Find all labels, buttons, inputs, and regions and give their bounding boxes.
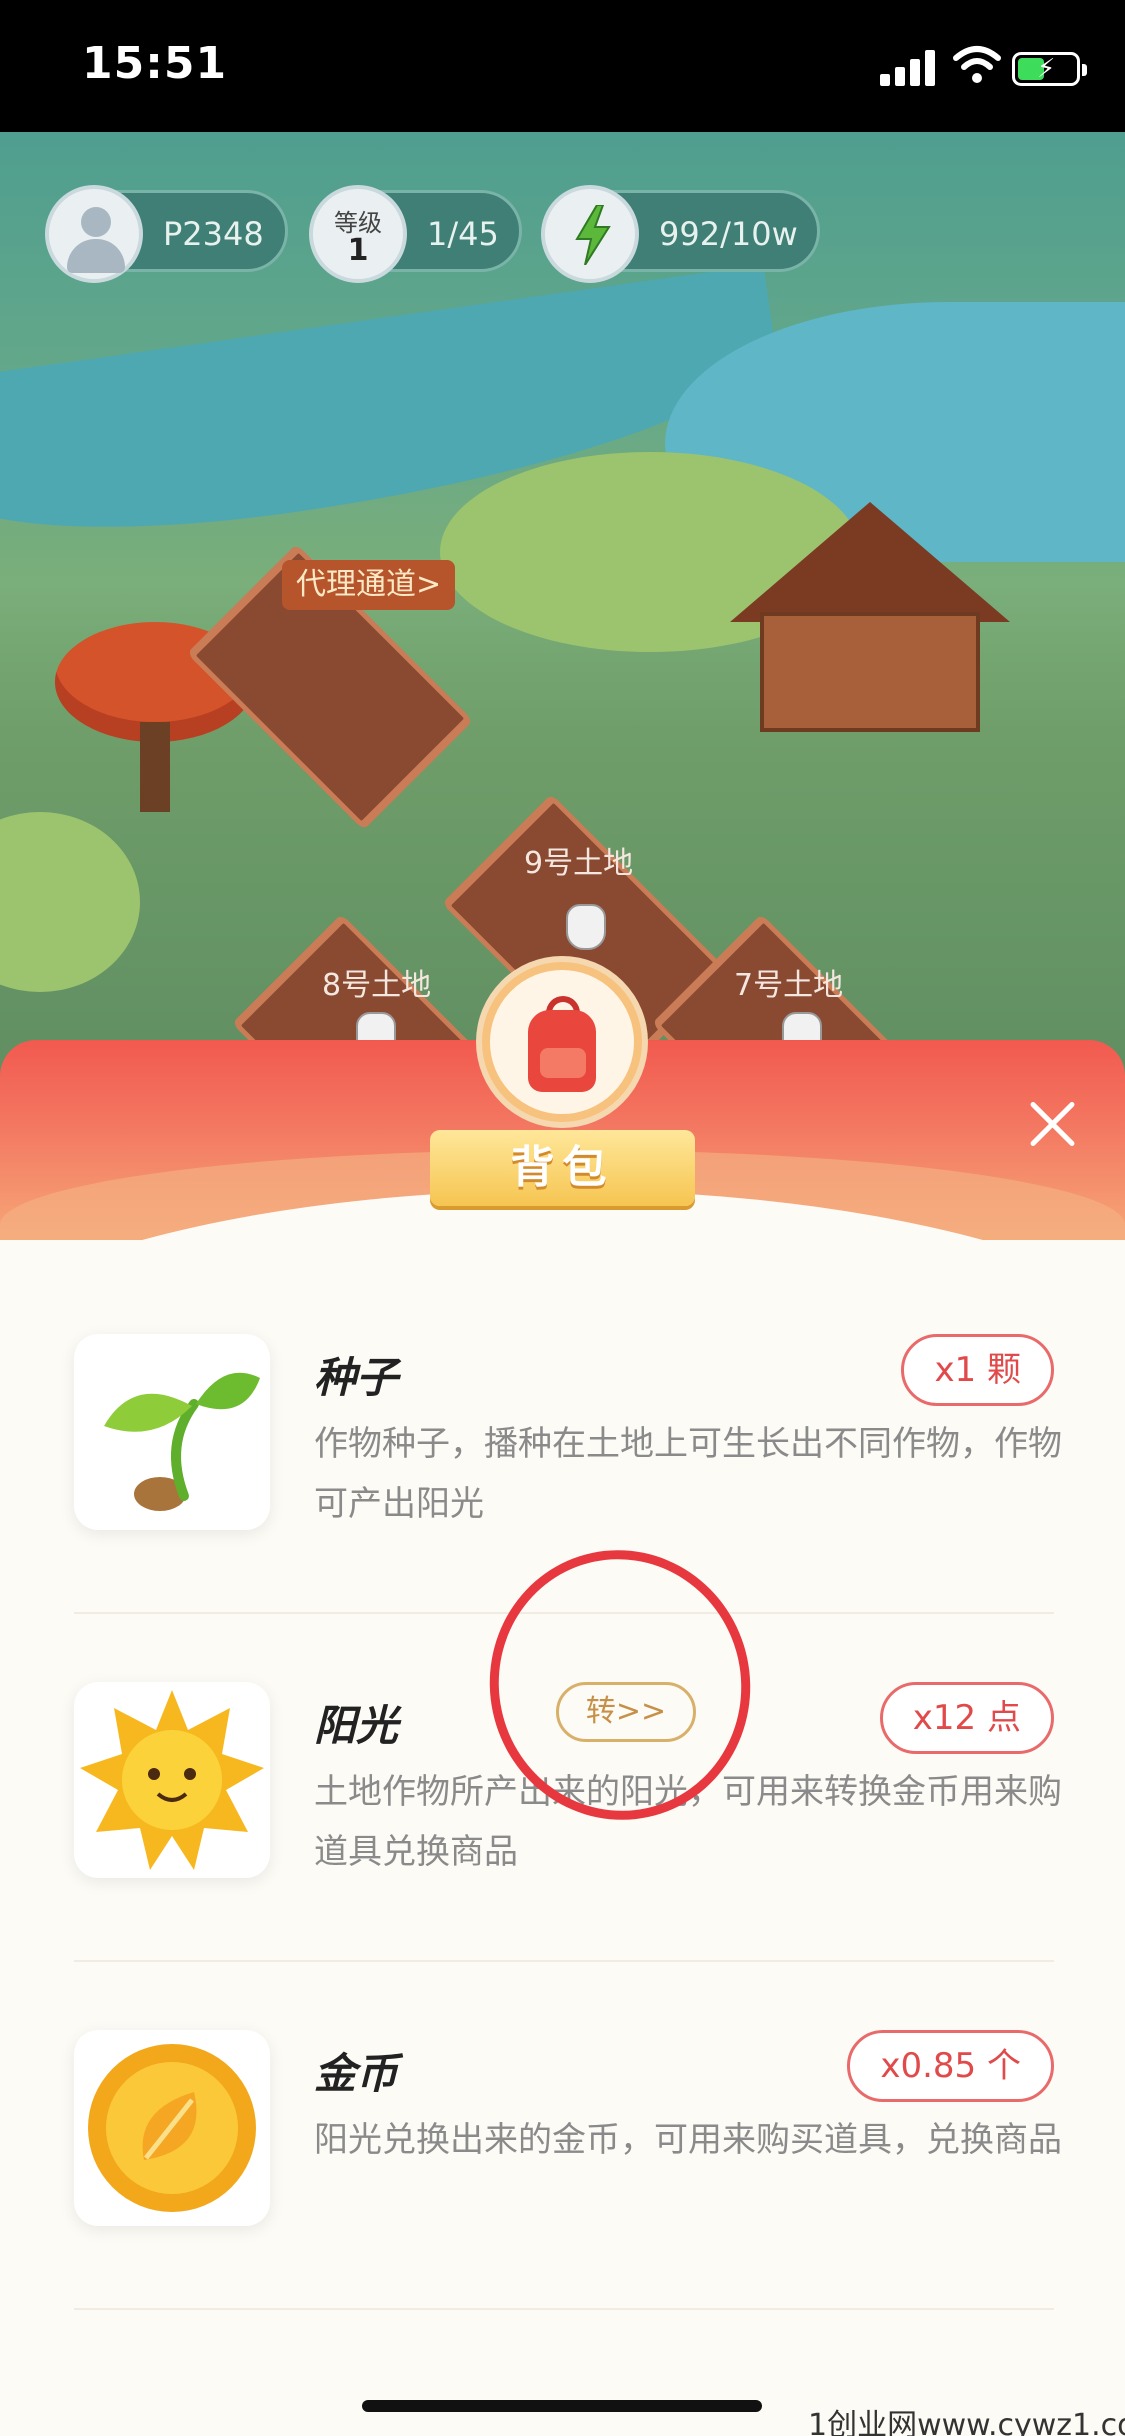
- avatar: [45, 185, 143, 283]
- cellular-signal-icon: [880, 50, 938, 86]
- home-indicator[interactable]: [362, 2400, 762, 2412]
- energy-value: 992/10w: [659, 215, 798, 253]
- backpack-title: 背包: [510, 1142, 615, 1193]
- status-time: 15:51: [82, 38, 228, 89]
- item-description: 作物种子，播种在土地上可生长出不同作物，作物可产出阳光: [314, 1424, 1062, 1524]
- item-name: 种子: [314, 1353, 399, 1402]
- grass-hill: [0, 812, 140, 992]
- item-description: 阳光兑换出来的金币，可用来购买道具，兑换商品: [314, 2120, 1062, 2160]
- app-root: 15:51 ⚡ P2348 等级 1 1/45 992/10w 代理通道> 9号…: [0, 0, 1125, 2436]
- agent-channel-button[interactable]: 代理通道>: [282, 560, 456, 610]
- hand-pointer-icon: [566, 904, 606, 950]
- wifi-icon: [953, 46, 1001, 83]
- sun-icon: [74, 1682, 270, 1878]
- level-value: 1: [347, 233, 369, 268]
- energy-counter[interactable]: 992/10w: [541, 185, 820, 283]
- player-id: P2348: [163, 215, 264, 253]
- level-circle: 等级 1: [309, 185, 407, 283]
- status-bar: 15:51 ⚡: [0, 0, 1125, 132]
- farm-house[interactable]: [730, 502, 1010, 762]
- seed-icon: [74, 1334, 270, 1530]
- item-quantity: x12 点: [879, 1682, 1054, 1754]
- plot-label-7: 7号土地: [734, 968, 844, 1003]
- tree-trunk: [140, 722, 170, 812]
- item-card-coin: 金币 x0.85 个 阳光兑换出来的金币，可用来购买道具，兑换商品: [74, 2030, 1062, 2310]
- lightning-icon: [575, 205, 611, 265]
- energy-circle: [541, 185, 639, 283]
- battery-icon: ⚡: [1012, 52, 1087, 86]
- level-progress: 1/45: [427, 215, 499, 253]
- item-name: 阳光: [314, 1701, 399, 1750]
- watermark: 1创业网www.cywz1.com: [808, 2408, 1125, 2436]
- item-quantity: x0.85 个: [847, 2030, 1054, 2102]
- item-quantity: x1 颗: [901, 1334, 1054, 1406]
- item-name: 金币: [314, 2049, 399, 2098]
- plot-label-9: 9号土地: [524, 846, 634, 881]
- plot-label-8: 8号土地: [322, 968, 432, 1003]
- player-profile[interactable]: P2348: [45, 185, 288, 283]
- backpack-title-ribbon: 背包: [430, 1130, 695, 1206]
- gold-coin-icon: [74, 2030, 270, 2226]
- close-icon[interactable]: [1020, 1092, 1084, 1156]
- backpack-icon: [482, 962, 642, 1122]
- level-badge[interactable]: 等级 1 1/45: [309, 185, 522, 283]
